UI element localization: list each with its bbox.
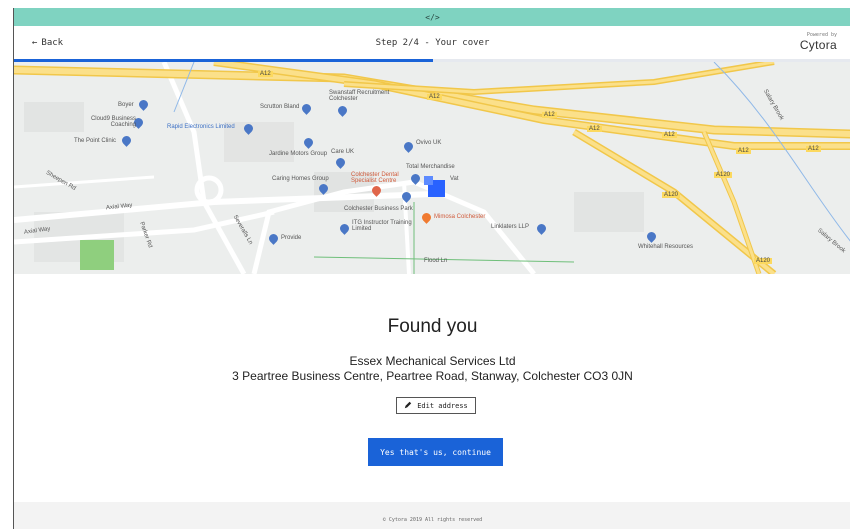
step-indicator: Step 2/4 - Your cover bbox=[375, 38, 490, 48]
map-place-label: Jardine Motors Group bbox=[269, 151, 328, 157]
map-place-label: Colchester Business Park bbox=[344, 206, 413, 212]
pencil-icon bbox=[404, 401, 412, 411]
road-label: A12 bbox=[427, 94, 442, 100]
road-label: A12 bbox=[542, 112, 557, 118]
brand-logo: Cytora bbox=[799, 38, 837, 52]
map-place-label: Colchester Dental Specialist Centre bbox=[351, 172, 399, 184]
map-street-label: Flood Ln bbox=[424, 258, 448, 264]
app-frame: </> ← Back Step 2/4 - Your cover Powered… bbox=[13, 8, 850, 529]
main-content: Found you Essex Mechanical Services Ltd … bbox=[14, 274, 850, 502]
road-label: A120 bbox=[754, 258, 773, 264]
copyright-text: © Cytora 2019 All rights reserved bbox=[382, 516, 483, 523]
page-title: Found you bbox=[387, 316, 478, 337]
edit-address-button[interactable]: Edit address bbox=[396, 397, 476, 414]
map-place-label: Provide bbox=[281, 235, 302, 241]
map-place-label: ITG Instructor Training Limited bbox=[352, 220, 412, 232]
map-place-label: The Point Clinic bbox=[74, 138, 117, 144]
map-place-label: Swanstaff Recruitment Colchester bbox=[329, 90, 390, 102]
code-icon: </> bbox=[425, 12, 440, 22]
map-place-label: Ovivo UK bbox=[416, 140, 442, 146]
dev-toolbar[interactable]: </> bbox=[14, 8, 850, 26]
map-place-label: Scrutton Bland bbox=[260, 104, 300, 110]
edit-address-label: Edit address bbox=[417, 401, 468, 410]
map-place-label: Cloud9 Business Coaching bbox=[90, 116, 136, 128]
location-map[interactable]: A12 A12 A12 A12 A12 A12 A12 A120 A120 A1… bbox=[14, 62, 850, 274]
company-address: 3 Peartree Business Centre, Peartree Roa… bbox=[232, 369, 633, 383]
map-place-label: Whitehall Resources bbox=[638, 244, 694, 250]
map-place-label: Caring Homes Group bbox=[272, 176, 329, 182]
footer: © Cytora 2019 All rights reserved bbox=[14, 502, 850, 529]
brand: Powered by Cytora bbox=[800, 32, 837, 52]
header: ← Back Step 2/4 - Your cover Powered by … bbox=[14, 26, 850, 60]
road-label: A12 bbox=[258, 71, 273, 77]
map-place-label: Vat bbox=[450, 176, 459, 182]
road-label: A12 bbox=[806, 146, 821, 152]
company-name: Essex Mechanical Services Ltd bbox=[349, 354, 516, 368]
confirm-continue-button[interactable]: Yes that's us, continue bbox=[368, 438, 503, 466]
road-label: A120 bbox=[662, 192, 681, 198]
map-place-label: Care UK bbox=[331, 149, 355, 155]
map-place-label: Linklaters LLP bbox=[491, 224, 530, 230]
road-label: A12 bbox=[587, 126, 602, 132]
map-place-label: Rapid Electronics Limited bbox=[167, 124, 235, 130]
road-label: A120 bbox=[714, 172, 733, 178]
road-label: A12 bbox=[662, 132, 677, 138]
map-place-label: Mimosa Colchester bbox=[434, 214, 486, 220]
map-place-label: Total Merchandise bbox=[406, 164, 455, 170]
map-place-label: Boyer bbox=[118, 102, 134, 108]
location-marker-shadow bbox=[424, 176, 433, 185]
road-label: A12 bbox=[736, 148, 751, 154]
